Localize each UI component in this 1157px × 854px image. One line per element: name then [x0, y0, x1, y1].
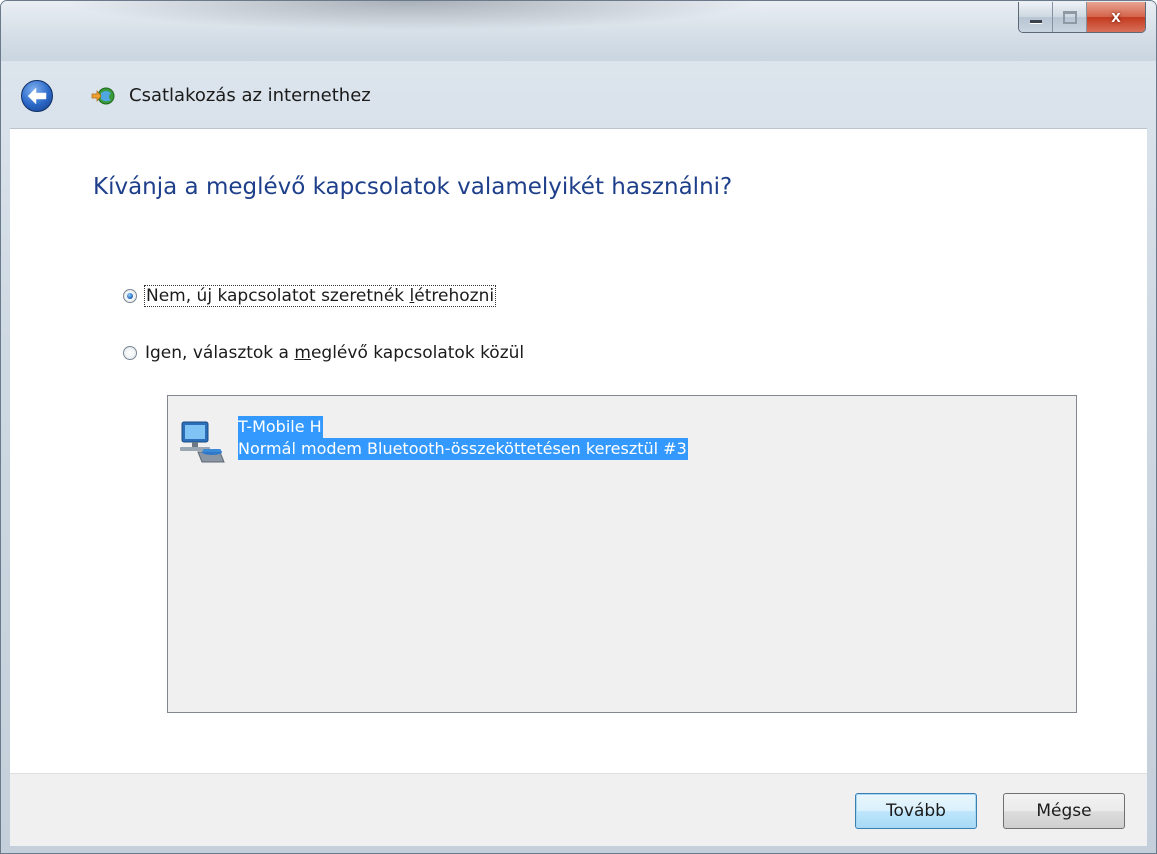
cancel-button[interactable]: Mégse — [1003, 793, 1125, 829]
radio-new-connection[interactable] — [123, 289, 137, 303]
caption-buttons: x — [1018, 2, 1146, 33]
close-icon: x — [1111, 7, 1121, 26]
close-button[interactable]: x — [1087, 2, 1145, 32]
navigation-bar: Csatlakozás az internethez — [1, 63, 1156, 129]
minimize-icon — [1029, 19, 1042, 23]
list-item[interactable]: T-Mobile H Normál modem Bluetooth-összek… — [176, 416, 688, 468]
next-button[interactable]: Tovább — [855, 793, 977, 829]
option-existing-connection-label[interactable]: Igen, választok a meglévő kapcsolatok kö… — [145, 343, 524, 363]
title-bar[interactable]: x — [1, 1, 1156, 61]
connection-name: T-Mobile H — [238, 416, 323, 438]
connection-description: Normál modem Bluetooth-összeköttetésen k… — [238, 438, 688, 460]
network-globe-icon — [91, 87, 115, 105]
option-existing-connection[interactable]: Igen, választok a meglévő kapcsolatok kö… — [123, 343, 524, 363]
window-title: Csatlakozás az internethez — [129, 85, 371, 106]
back-arrow-icon — [27, 87, 47, 105]
dialog-window: x Csatlakozás az internethez Kívánja a m… — [0, 0, 1157, 854]
title-bar-glow — [61, 1, 761, 31]
maximize-icon — [1062, 10, 1077, 24]
button-bar: Tovább Mégse — [10, 773, 1147, 846]
dialup-connection-icon — [180, 421, 225, 463]
radio-existing-connection[interactable] — [123, 346, 137, 360]
connections-list[interactable]: T-Mobile H Normál modem Bluetooth-összek… — [167, 395, 1077, 713]
content-area: Kívánja a meglévő kapcsolatok valamelyik… — [10, 128, 1147, 774]
minimize-button[interactable] — [1019, 2, 1053, 32]
page-heading: Kívánja a meglévő kapcsolatok valamelyik… — [93, 174, 733, 200]
option-new-connection-label[interactable]: Nem, új kapcsolatot szeretnék létrehozni — [143, 285, 497, 307]
connection-text: T-Mobile H Normál modem Bluetooth-összek… — [238, 416, 688, 468]
back-button[interactable] — [21, 80, 53, 112]
maximize-button[interactable] — [1053, 2, 1087, 32]
option-new-connection[interactable]: Nem, új kapcsolatot szeretnék létrehozni — [123, 285, 497, 307]
